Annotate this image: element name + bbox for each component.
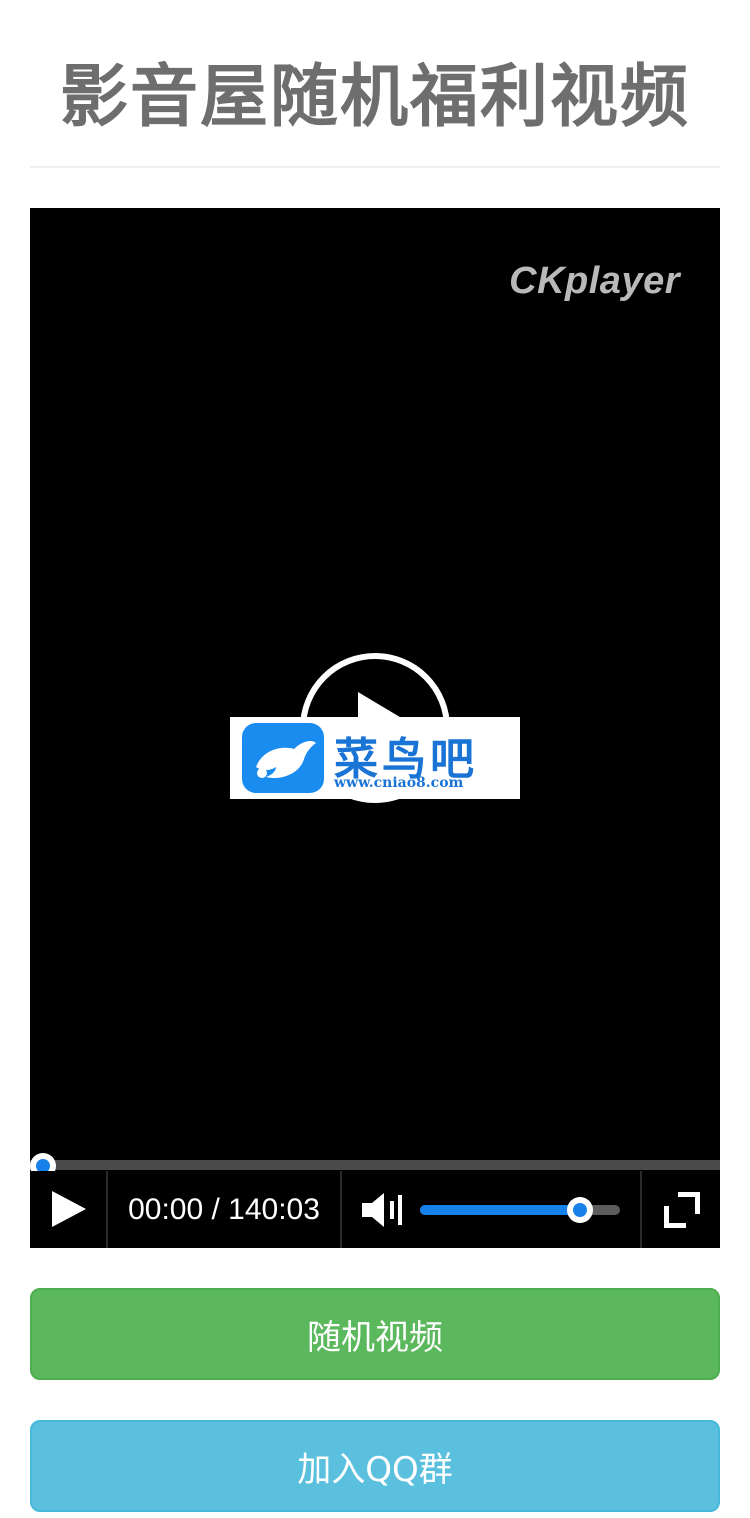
random-video-button[interactable]: 随机视频	[30, 1288, 720, 1380]
title-divider	[30, 166, 720, 168]
progress-track[interactable]	[30, 1160, 720, 1170]
volume-icon	[362, 1193, 402, 1227]
watermark: 菜鸟吧 www.cniao8.com	[230, 717, 520, 799]
play-button[interactable]	[30, 1171, 106, 1248]
volume-fill	[420, 1205, 580, 1215]
volume-button[interactable]	[360, 1171, 410, 1248]
bird-logo-icon	[242, 723, 324, 793]
fullscreen-button[interactable]	[642, 1171, 720, 1248]
control-separator	[340, 1171, 342, 1248]
volume-handle[interactable]	[567, 1197, 593, 1223]
volume-slider[interactable]	[420, 1197, 620, 1223]
play-icon	[52, 1191, 86, 1227]
control-bar: 00:00 / 140:03	[30, 1171, 720, 1248]
fullscreen-icon	[664, 1192, 700, 1228]
video-player[interactable]: CKplayer 菜鸟吧 www.cniao8.com 00:00 / 140:…	[30, 208, 720, 1248]
join-qq-group-button[interactable]: 加入QQ群	[30, 1420, 720, 1512]
page-title: 影音屋随机福利视频	[59, 57, 690, 137]
watermark-url: www.cniao8.com	[334, 775, 464, 791]
time-display: 00:00 / 140:03	[128, 1192, 320, 1226]
player-logo: CKplayer	[509, 260, 680, 302]
